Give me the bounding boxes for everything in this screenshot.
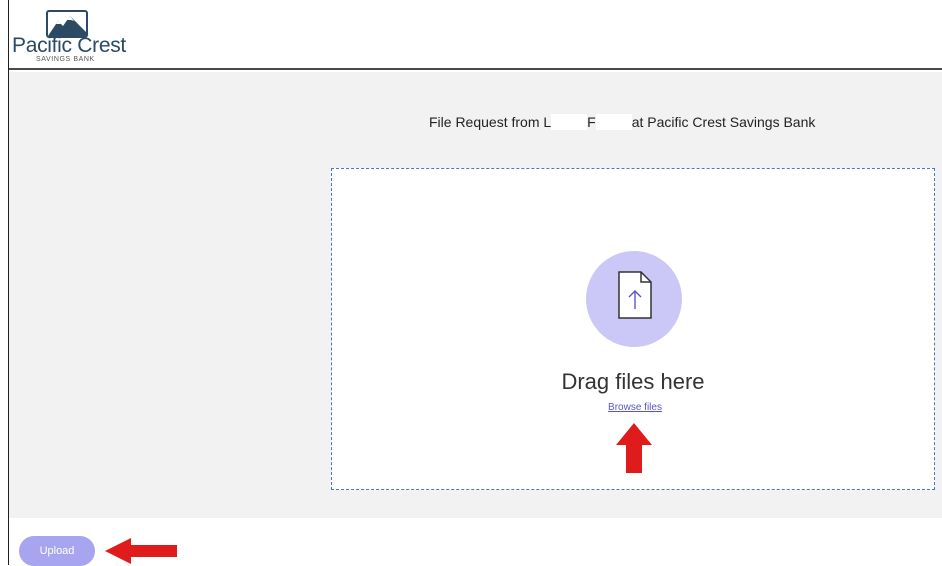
redacted-block [551, 114, 588, 130]
file-dropzone[interactable]: Drag files here Browse files [331, 168, 935, 490]
bank-logo[interactable]: Pacific Crest SAVINGS BANK [12, 6, 132, 66]
red-arrow-up-icon [616, 423, 652, 473]
request-title: File Request from L Fat Pacific Crest Sav… [429, 114, 815, 130]
browse-files-link[interactable]: Browse files [600, 402, 670, 413]
bank-name: Pacific Crest [12, 34, 126, 57]
request-title-suffix: at Pacific Crest Savings Bank [631, 114, 816, 130]
header: Pacific Crest SAVINGS BANK [9, 0, 942, 70]
red-arrow-left-icon [105, 538, 177, 564]
request-title-prefix: File Request from L [429, 114, 552, 130]
footer: Upload [9, 518, 942, 566]
upload-button[interactable]: Upload [19, 536, 95, 566]
drag-files-text: Drag files here [561, 369, 705, 394]
file-upload-icon [618, 271, 652, 319]
upload-icon-circle [586, 251, 682, 347]
request-title-middle: F [587, 114, 596, 130]
main-content: File Request from L Fat Pacific Crest Sav… [9, 72, 942, 518]
bank-subtitle: SAVINGS BANK [36, 56, 95, 63]
redacted-block [595, 114, 632, 130]
